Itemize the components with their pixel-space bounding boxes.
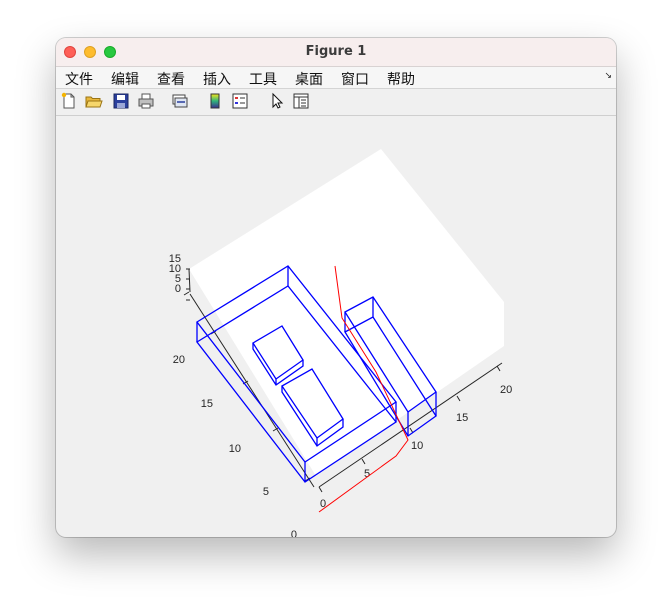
menu-window[interactable]: 窗口 (341, 69, 369, 89)
menu-help[interactable]: 帮助 (387, 69, 415, 89)
x-tick-label: 20 (500, 384, 512, 396)
x-tick-label: 0 (320, 498, 326, 510)
figure-window: Figure 1 文件 编辑 查看 插入 工具 桌面 窗口 帮助 ↘ 0 5 1… (56, 38, 616, 537)
y-tick-label: 15 (201, 398, 213, 410)
property-inspector-icon[interactable] (292, 92, 310, 110)
menu-file[interactable]: 文件 (65, 69, 93, 89)
menu-edit[interactable]: 编辑 (111, 69, 139, 89)
link-axes-icon[interactable] (171, 92, 189, 110)
figure-toolbar (56, 89, 616, 116)
menu-insert[interactable]: 插入 (203, 69, 231, 89)
x-tick-label: 10 (411, 440, 423, 452)
colorbar-icon[interactable] (206, 92, 224, 110)
z-tick-label: 15 (169, 253, 181, 265)
legend-icon[interactable] (231, 92, 249, 110)
print-icon[interactable] (137, 92, 155, 110)
save-icon[interactable] (112, 92, 130, 110)
open-file-icon[interactable] (85, 92, 103, 110)
menu-desktop[interactable]: 桌面 (295, 69, 323, 89)
y-tick-label: 0 (291, 529, 297, 537)
y-tick-label: 5 (263, 486, 269, 498)
dock-menu-icon[interactable]: ↘ (604, 71, 612, 81)
figure-canvas[interactable]: 0 5 10 15 0 5 10 15 20 0 5 10 15 20 (56, 116, 616, 537)
menu-bar: 文件 编辑 查看 插入 工具 桌面 窗口 帮助 ↘ (56, 67, 616, 89)
y-tick-label: 10 (229, 443, 241, 455)
y-tick-label: 20 (173, 354, 185, 366)
title-bar: Figure 1 (56, 38, 616, 67)
select-pointer-icon[interactable] (268, 92, 286, 110)
menu-tools[interactable]: 工具 (249, 69, 277, 89)
menu-view[interactable]: 查看 (157, 69, 185, 89)
window-title: Figure 1 (305, 44, 367, 59)
axes-plane (189, 149, 504, 476)
axes-3d[interactable]: 0 5 10 15 0 5 10 15 20 0 5 10 15 20 (56, 116, 616, 537)
x-tick-label: 15 (456, 412, 468, 424)
new-figure-icon[interactable] (60, 92, 78, 110)
